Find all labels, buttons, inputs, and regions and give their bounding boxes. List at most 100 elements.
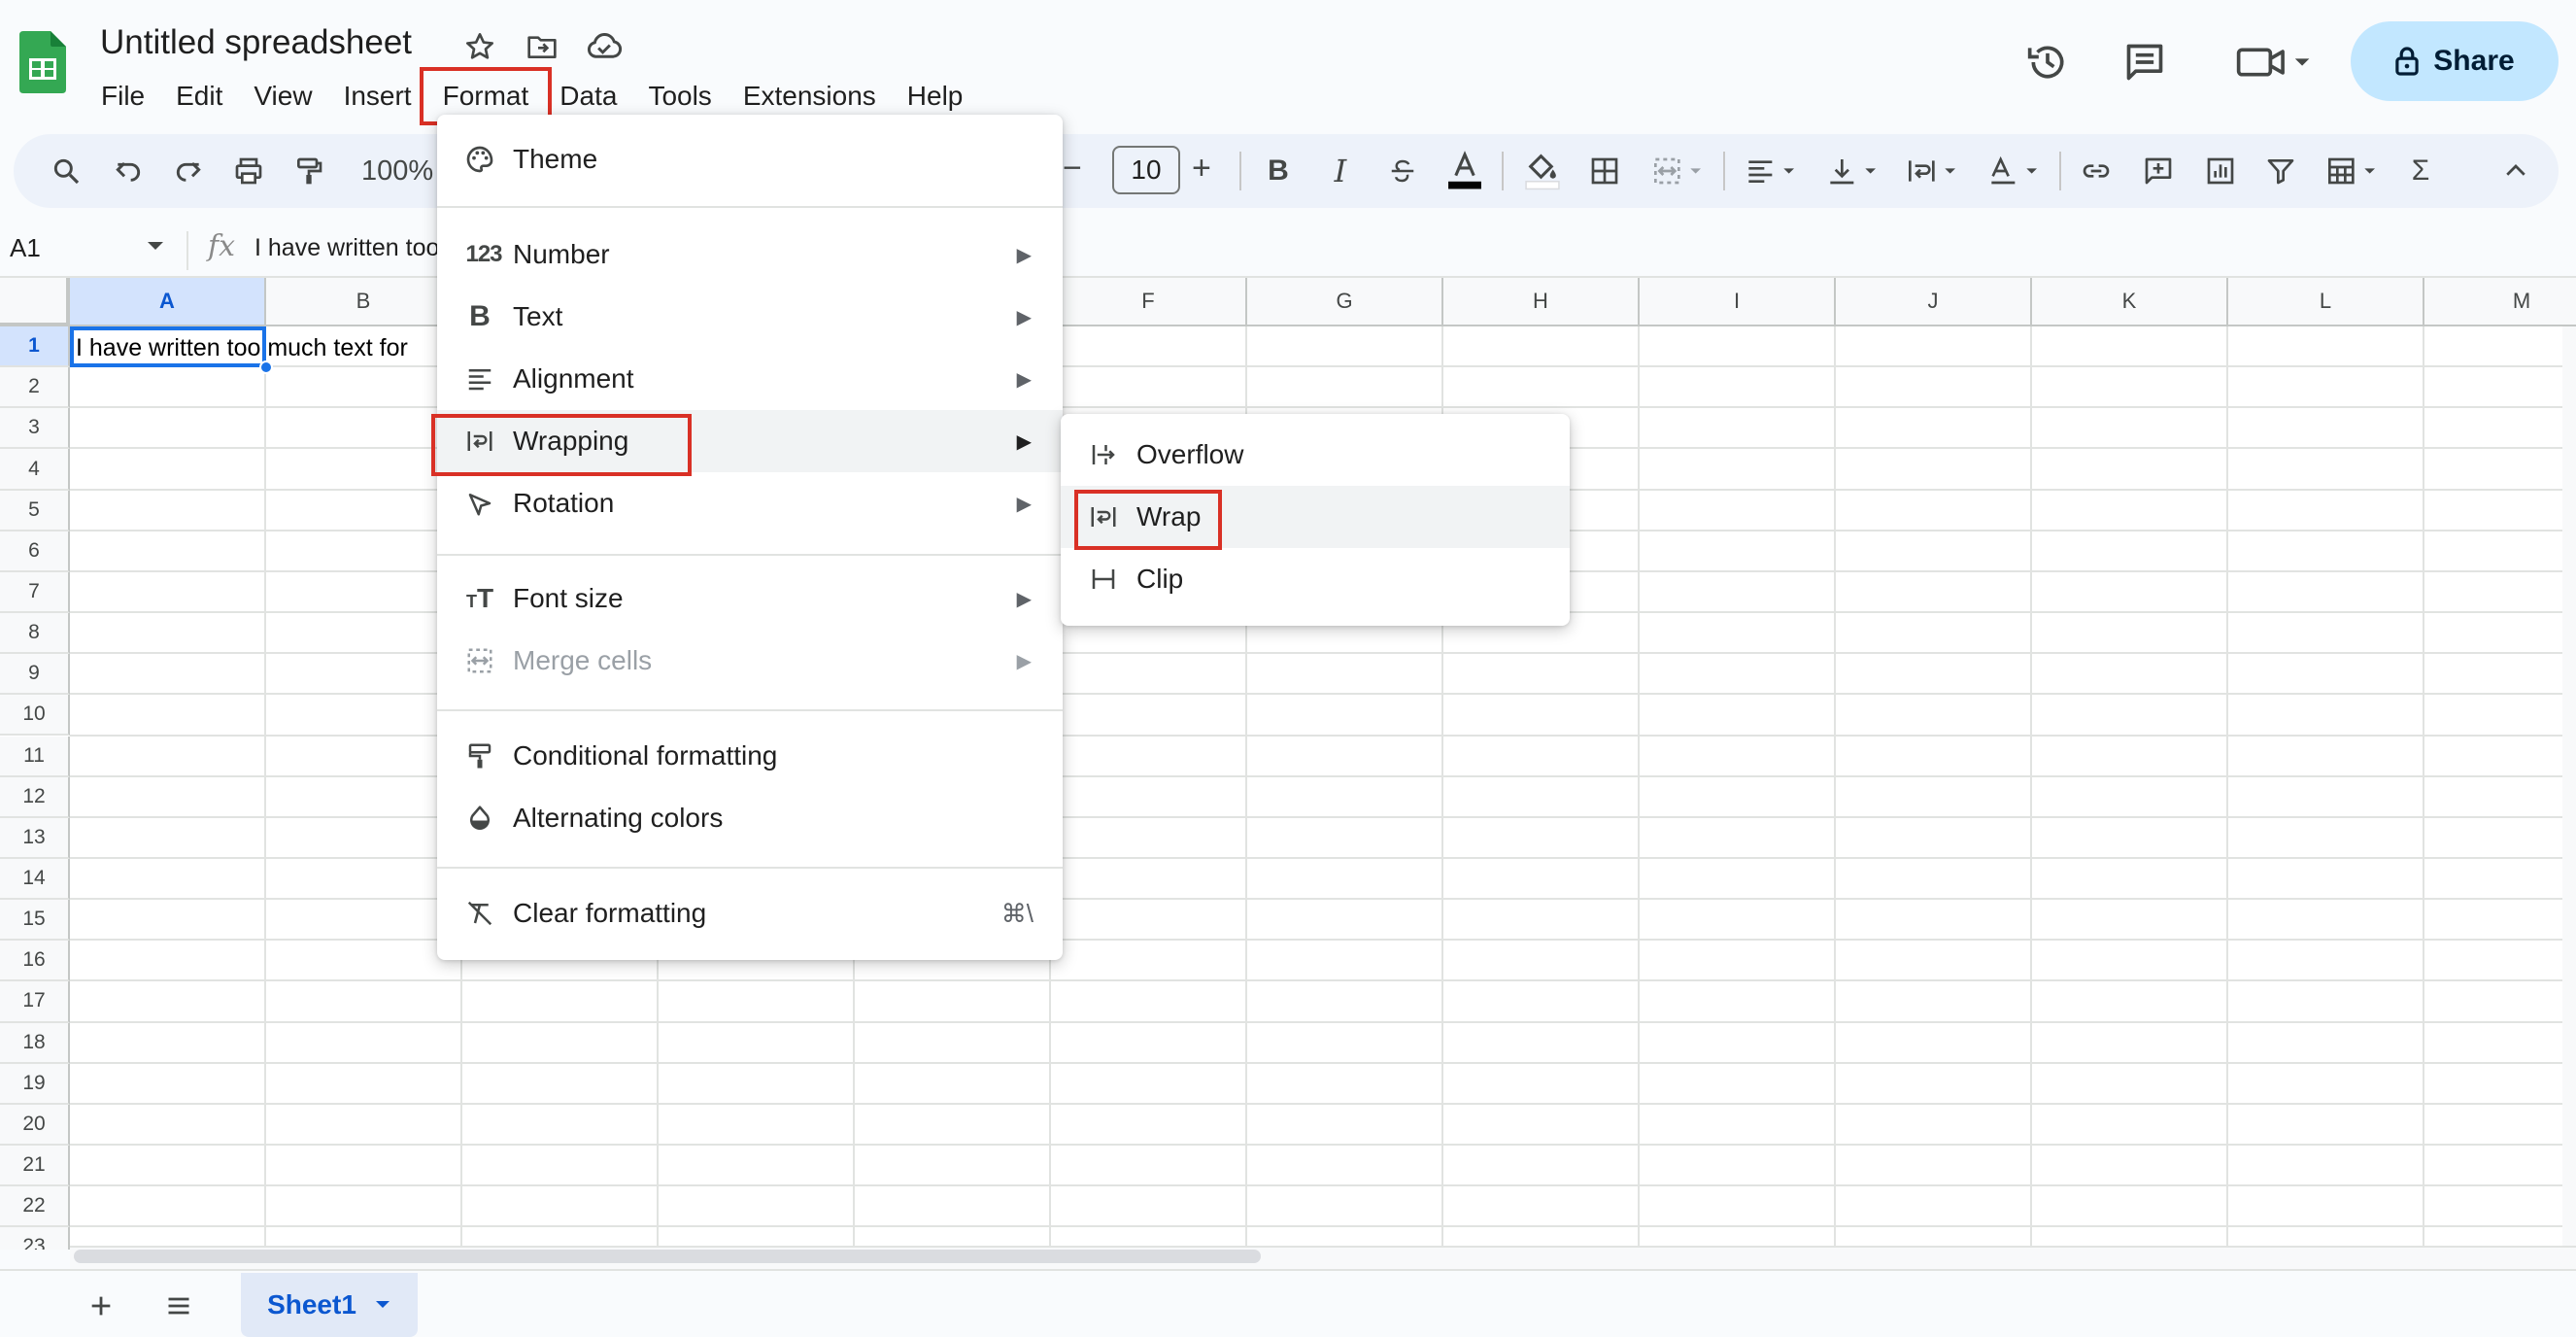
menu-item-rotation[interactable]: Rotation ▶ [437,472,1063,534]
column-header-a[interactable]: A [70,278,266,326]
menu-item-alternating-colors[interactable]: Alternating colors [437,787,1063,849]
formula-input[interactable]: I have written too [254,234,439,262]
menu-item-alignment[interactable]: Alignment ▶ [437,348,1063,410]
select-all-corner[interactable] [0,278,70,326]
row-header-11[interactable]: 11 [0,736,70,777]
row-header-23[interactable]: 23 [0,1227,70,1250]
filter-icon[interactable] [2257,148,2304,194]
vertical-align-icon[interactable] [1818,148,1886,194]
move-folder-icon[interactable] [523,27,561,66]
zoom-select[interactable]: 100% [361,155,433,188]
row-header-21[interactable]: 21 [0,1146,70,1187]
menu-file[interactable]: File [85,75,160,118]
fill-handle[interactable] [259,360,273,374]
font-size-input[interactable]: 10 [1112,146,1180,194]
version-history-icon[interactable] [2022,37,2073,87]
insert-link-icon[interactable] [2073,148,2119,194]
row-header-19[interactable]: 19 [0,1063,70,1105]
row-header-22[interactable]: 22 [0,1186,70,1228]
column-header-m[interactable]: M [2424,278,2576,326]
row-header-13[interactable]: 13 [0,817,70,859]
menu-item-number[interactable]: 123 Number ▶ [437,223,1063,286]
row-header-20[interactable]: 20 [0,1104,70,1146]
horizontal-align-icon[interactable] [1737,148,1805,194]
row-header-18[interactable]: 18 [0,1022,70,1064]
menu-item-font-size[interactable]: TT Font size ▶ [437,567,1063,630]
menu-item-wrap[interactable]: Wrap [1061,486,1570,548]
row-header-15[interactable]: 15 [0,900,70,942]
menu-item-wrapping[interactable]: Wrapping ▶ [437,410,1063,472]
name-box-dropdown-icon[interactable] [146,239,165,253]
sheets-logo[interactable] [19,31,66,101]
menu-item-theme[interactable]: Theme [437,128,1063,190]
row-header-7[interactable]: 7 [0,571,70,614]
row-header-4[interactable]: 4 [0,449,70,491]
all-sheets-icon[interactable] [159,1286,198,1325]
cloud-saved-icon[interactable] [585,27,624,66]
column-header-f[interactable]: F [1051,278,1247,326]
row-header-6[interactable]: 6 [0,531,70,572]
star-icon[interactable] [460,27,499,66]
menu-item-clip[interactable]: Clip [1061,548,1570,610]
menu-help[interactable]: Help [892,75,979,118]
text-color-icon[interactable] [1441,148,1488,194]
menu-item-conditional-formatting[interactable]: Conditional formatting [437,725,1063,787]
row-header-17[interactable]: 17 [0,981,70,1023]
menu-item-text[interactable]: B Text ▶ [437,286,1063,348]
paint-format-icon[interactable] [286,148,332,194]
active-cell-selection[interactable] [70,326,266,367]
text-wrapping-icon[interactable] [1898,148,1966,194]
column-header-k[interactable]: K [2032,278,2228,326]
collapse-toolbar-icon[interactable] [2492,148,2539,194]
italic-icon[interactable]: I [1317,148,1364,194]
search-menus-icon[interactable] [43,148,89,194]
meet-icon[interactable] [2230,37,2318,87]
strikethrough-icon[interactable] [1379,148,1426,194]
menu-tools[interactable]: Tools [632,75,727,118]
fill-color-icon[interactable] [1519,148,1566,194]
print-icon[interactable] [225,148,272,194]
menu-insert[interactable]: Insert [328,75,427,118]
redo-icon[interactable] [165,148,212,194]
row-header-8[interactable]: 8 [0,613,70,655]
menu-item-clear-formatting[interactable]: Clear formatting ⌘\ [437,882,1063,944]
column-header-g[interactable]: G [1247,278,1443,326]
comments-icon[interactable] [2119,37,2170,87]
row-header-2[interactable]: 2 [0,367,70,409]
menu-item-overflow[interactable]: Overflow [1061,424,1570,486]
merge-cells-icon[interactable] [1644,148,1712,194]
row-header-9[interactable]: 9 [0,654,70,696]
menu-format[interactable]: Format [419,67,553,125]
borders-icon[interactable] [1581,148,1628,194]
row-header-12[interactable]: 12 [0,776,70,818]
column-header-j[interactable]: J [1836,278,2032,326]
menu-view[interactable]: View [238,75,327,118]
row-header-3[interactable]: 3 [0,408,70,450]
row-header-14[interactable]: 14 [0,858,70,901]
row-header-1[interactable]: 1 [0,326,70,368]
increase-font-size-icon[interactable]: + [1192,150,1211,188]
decrease-font-size-icon[interactable]: − [1063,150,1082,188]
functions-icon[interactable]: Σ [2397,148,2444,194]
insert-chart-icon[interactable] [2197,148,2244,194]
name-box[interactable]: A1 [10,233,41,263]
column-header-l[interactable]: L [2228,278,2424,326]
table-view-icon[interactable] [2318,148,2386,194]
row-header-10[interactable]: 10 [0,695,70,737]
horizontal-scroll-thumb[interactable] [74,1250,1261,1263]
document-title[interactable]: Untitled spreadsheet [100,23,412,62]
undo-icon[interactable] [105,148,152,194]
bold-icon[interactable]: B [1255,148,1302,194]
vertical-scrollbar[interactable] [2562,326,2576,1246]
row-header-5[interactable]: 5 [0,490,70,531]
column-header-b[interactable]: B [266,278,462,326]
row-header-16[interactable]: 16 [0,941,70,982]
sheet-tab-sheet1[interactable]: Sheet1 [241,1273,418,1337]
text-rotation-icon[interactable] [1980,148,2048,194]
menu-extensions[interactable]: Extensions [728,75,892,118]
add-sheet-icon[interactable] [82,1286,120,1325]
sheet-tab-dropdown-icon[interactable] [374,1299,391,1311]
menu-edit[interactable]: Edit [160,75,238,118]
insert-comment-icon[interactable] [2135,148,2182,194]
menu-data[interactable]: Data [544,75,632,118]
